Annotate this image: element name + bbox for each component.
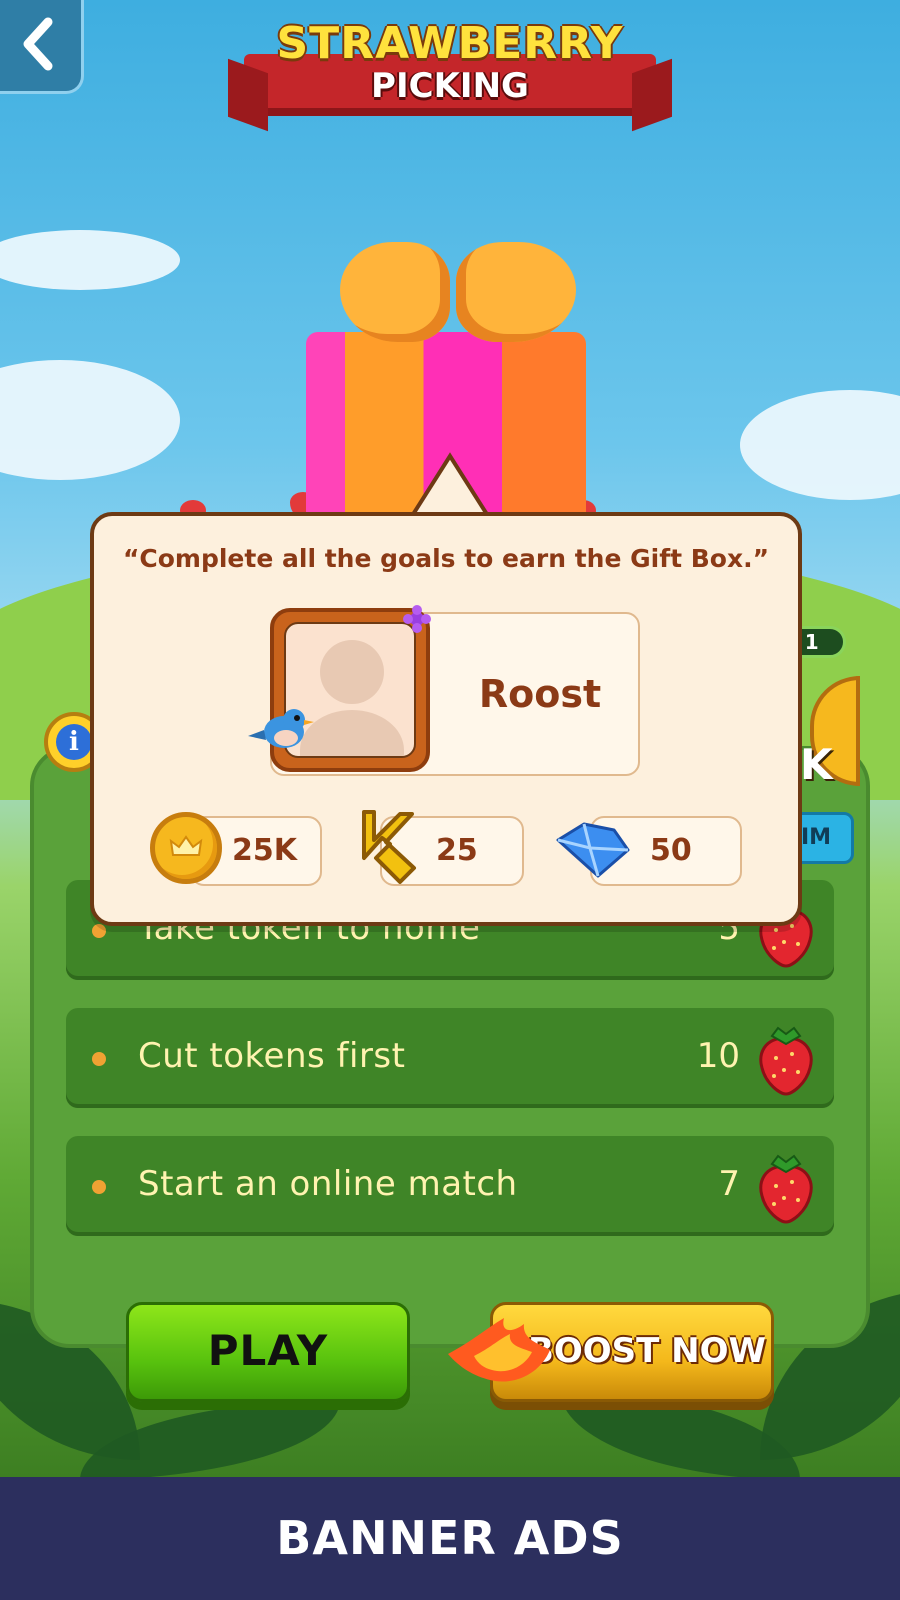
leaf-decoration xyxy=(560,1390,800,1477)
reward-value: 25 xyxy=(436,833,478,868)
play-button[interactable]: PLAY xyxy=(126,1302,410,1402)
bullet-icon xyxy=(92,1052,106,1066)
popup-pointer xyxy=(410,452,490,518)
reward-value: 50 xyxy=(650,833,692,868)
back-button[interactable] xyxy=(0,0,84,94)
coin-icon xyxy=(150,812,222,884)
avatar xyxy=(248,605,431,772)
gift-box-info-popup: “Complete all the goals to earn the Gift… xyxy=(90,512,802,926)
bullet-icon xyxy=(92,1180,106,1194)
gem-icon xyxy=(556,822,630,878)
strawberry-icon xyxy=(759,1026,813,1096)
title-line2: PICKING xyxy=(371,66,529,106)
goal-row: Cut tokens first 10 xyxy=(66,1008,834,1108)
info-icon: i xyxy=(56,724,92,760)
cloud xyxy=(0,360,180,480)
bullet-icon xyxy=(92,924,106,938)
goal-label: Start an online match xyxy=(138,1164,518,1204)
banner-ad-label: BANNER ADS xyxy=(276,1511,624,1565)
cloud xyxy=(740,390,900,500)
title-line1: STRAWBERRY xyxy=(276,18,624,69)
goal-label: Cut tokens first xyxy=(138,1036,406,1076)
cloud xyxy=(0,230,180,290)
fire-icon xyxy=(448,1318,550,1382)
player-name: Roost xyxy=(478,672,602,716)
goal-row: Start an online match 7 xyxy=(66,1136,834,1236)
strawberry-icon xyxy=(759,1154,813,1224)
banner-ad[interactable]: BANNER ADS xyxy=(0,1477,900,1600)
goal-count: 10 xyxy=(696,1036,740,1076)
play-button-label: PLAY xyxy=(207,1326,329,1375)
reward-amount: K xyxy=(800,740,833,789)
k-token-icon xyxy=(362,810,416,884)
popup-quote: “Complete all the goals to earn the Gift… xyxy=(122,544,770,573)
bird-icon xyxy=(248,709,314,748)
boost-button-label: BOOST NOW xyxy=(527,1331,767,1371)
reward-value: 25K xyxy=(232,833,297,868)
title-banner: STRAWBERRY PICKING xyxy=(244,14,656,124)
chevron-left-icon xyxy=(23,17,53,71)
goal-count: 7 xyxy=(718,1164,740,1204)
flower-icon xyxy=(403,605,431,633)
